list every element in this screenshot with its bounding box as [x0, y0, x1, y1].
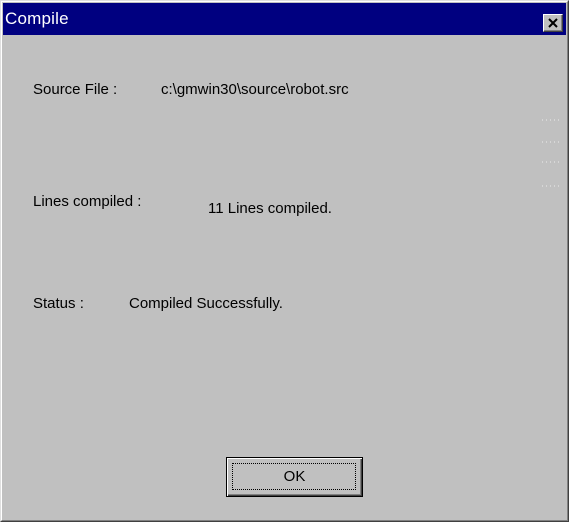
lines-compiled-label: Lines compiled : [33, 193, 142, 210]
close-icon [548, 18, 558, 28]
status-label: Status : [33, 295, 84, 312]
ok-button[interactable]: OK [226, 457, 363, 497]
source-file-value: c:\gmwin30\source\robot.src [161, 81, 349, 98]
source-file-label: Source File : [33, 81, 118, 98]
lines-compiled-value: 11 Lines compiled. [208, 200, 332, 217]
status-value: Compiled Successfully. [129, 295, 283, 312]
dialog-frame [1, 1, 568, 521]
close-button[interactable] [543, 14, 563, 32]
dither-artifact [542, 161, 560, 163]
dither-artifact [542, 141, 560, 143]
dither-artifact [542, 119, 560, 121]
ok-button-label: OK [283, 468, 306, 485]
dither-artifact [542, 185, 560, 187]
window-title: Compile [5, 9, 69, 28]
compile-dialog: Compile Source File : c:\gmwin30\source\… [0, 0, 569, 522]
title-bar[interactable]: Compile [3, 3, 566, 35]
